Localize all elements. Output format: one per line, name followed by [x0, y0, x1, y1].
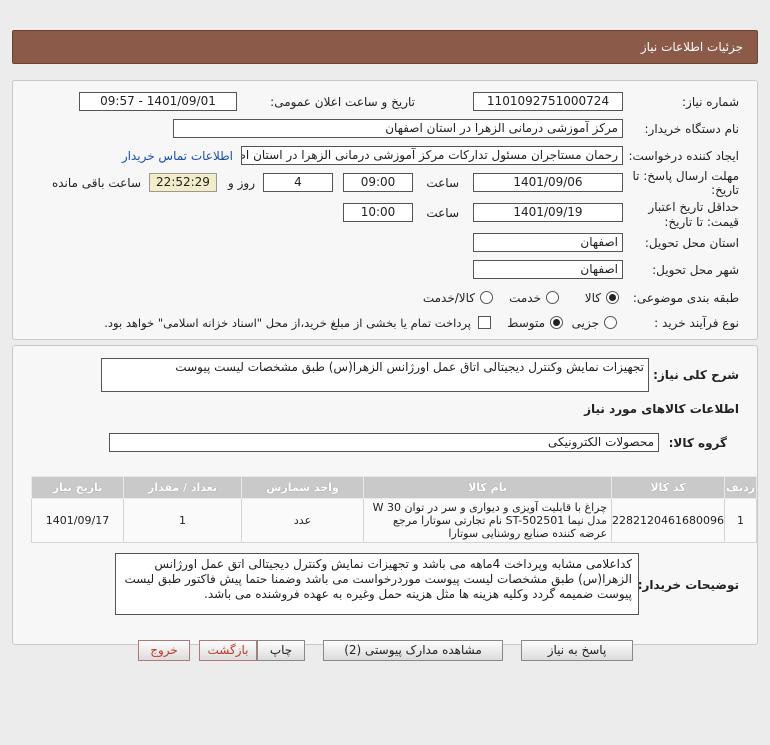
city-label: شهر محل تحویل: [652, 263, 739, 277]
exit-button[interactable]: خروج [138, 640, 190, 661]
buyer-notes-label: توضیحات خریدار: [637, 578, 739, 592]
col-unit: واحد شمارش [241, 476, 365, 499]
page-title: جزئیات اطلاعات نیاز [640, 40, 743, 54]
summary-field: تجهیزات نمایش وکنترل دیجیتالی اتاق عمل ا… [101, 358, 649, 392]
validity-label: حداقل تاریخ اعتبار [648, 200, 739, 214]
table-row: 1 2282120461680096 چراغ با قابلیت آویزی … [30, 498, 757, 543]
row-name: چراغ با قابلیت آویزی و دیواری و سر در تو… [363, 498, 613, 543]
send-date-field: 1401/09/06 [473, 173, 623, 192]
attachments-button[interactable]: مشاهده مدارک پیوستی (2) [323, 640, 503, 661]
category-radio-goods[interactable] [606, 291, 619, 304]
send-time-label: ساعت [426, 176, 459, 190]
province-label: استان محل تحویل: [644, 236, 739, 250]
announce-field: 1401/09/01 - 09:57 [79, 92, 237, 111]
col-qty: تعداد / مقدار [123, 476, 243, 499]
back-button[interactable]: بازگشت [199, 640, 257, 661]
validity-date-field: 1401/09/19 [473, 203, 623, 222]
need-info-panel: شماره نیاز: 1101092751000724 تاریخ و ساع… [12, 80, 758, 340]
row-qty: 1 [123, 498, 243, 543]
goods-group-field: محصولات الکترونیکی [109, 433, 659, 452]
page-header: جزئیات اطلاعات نیاز [12, 30, 758, 64]
category-label: طبقه بندی موضوعی: [632, 291, 739, 305]
buyer-contact-link[interactable]: اطلاعات تماس خریدار [122, 149, 233, 163]
buyer-org-field: مرکز آموزشی درمانی الزهرا در استان اصفها… [173, 119, 623, 138]
category-radio-both[interactable] [480, 291, 493, 304]
row-unit: عدد [241, 498, 365, 543]
process-type-label: نوع فرآیند خرید : [654, 316, 739, 330]
days-field: 4 [263, 173, 333, 192]
goods-group-label: گروه کالا: [668, 436, 727, 450]
reply-button[interactable]: پاسخ به نیاز [521, 640, 633, 661]
send-deadline-label: مهلت ارسال پاسخ: تا [632, 169, 739, 183]
validity-label-2: قیمت: تا تاریخ: [664, 215, 739, 229]
creator-field: رحمان مستاجران مسئول تدارکات مرکز آموزشی… [241, 146, 623, 165]
need-number-label: شماره نیاز: [682, 95, 739, 109]
treasury-checkbox[interactable] [478, 316, 491, 329]
need-number-field: 1101092751000724 [473, 92, 623, 111]
col-date: تاریخ نیاز [30, 476, 125, 499]
announce-label: تاریخ و ساعت اعلان عمومی: [270, 95, 415, 109]
city-field: اصفهان [473, 260, 623, 279]
row-date: 1401/09/17 [30, 498, 125, 543]
row-index: 1 [724, 498, 757, 543]
validity-time-label: ساعت [426, 206, 459, 220]
validity-time-field: 10:00 [343, 203, 413, 222]
buyer-notes-field: کداعلامی مشابه وپرداخت 4ماهه می باشد و ت… [115, 553, 639, 615]
buyer-org-label: نام دستگاه خریدار: [644, 122, 740, 136]
category-radio-service[interactable] [546, 291, 559, 304]
days-label: روز و [228, 176, 255, 190]
col-code: کد کالا [611, 476, 725, 499]
goods-table-header: ردیف کد کالا نام کالا واحد شمارش تعداد /… [30, 476, 757, 499]
treasury-note: پرداخت تمام یا بخشی از مبلغ خرید،از محل … [104, 316, 471, 330]
creator-label: ایجاد کننده درخواست: [628, 149, 739, 163]
need-details-panel: شرح کلی نیاز: تجهیزات نمایش وکنترل دیجیت… [12, 345, 758, 645]
category-option-both: کالا/خدمت [422, 291, 475, 305]
summary-label: شرح کلی نیاز: [653, 368, 739, 382]
category-option-service: خدمت [509, 291, 541, 305]
goods-table: ردیف کد کالا نام کالا واحد شمارش تعداد /… [30, 476, 757, 543]
print-button[interactable]: چاپ [257, 640, 305, 661]
remaining-label: ساعت باقی مانده [51, 176, 141, 190]
col-index: ردیف [724, 476, 757, 499]
goods-info-title: اطلاعات کالاهای مورد نیاز [584, 402, 739, 416]
col-name: نام کالا [363, 476, 613, 499]
process-radio-medium[interactable] [550, 316, 563, 329]
send-deadline-label-2: تاریخ: [711, 183, 739, 197]
row-code: 2282120461680096 [611, 498, 725, 543]
remaining-time-field: 22:52:29 [149, 173, 217, 192]
process-option-medium: متوسط [507, 316, 545, 330]
process-option-minor: جزیی [571, 316, 599, 330]
province-field: اصفهان [473, 233, 623, 252]
process-radio-minor[interactable] [604, 316, 617, 329]
category-option-goods: کالا [584, 291, 601, 305]
send-time-field: 09:00 [343, 173, 413, 192]
